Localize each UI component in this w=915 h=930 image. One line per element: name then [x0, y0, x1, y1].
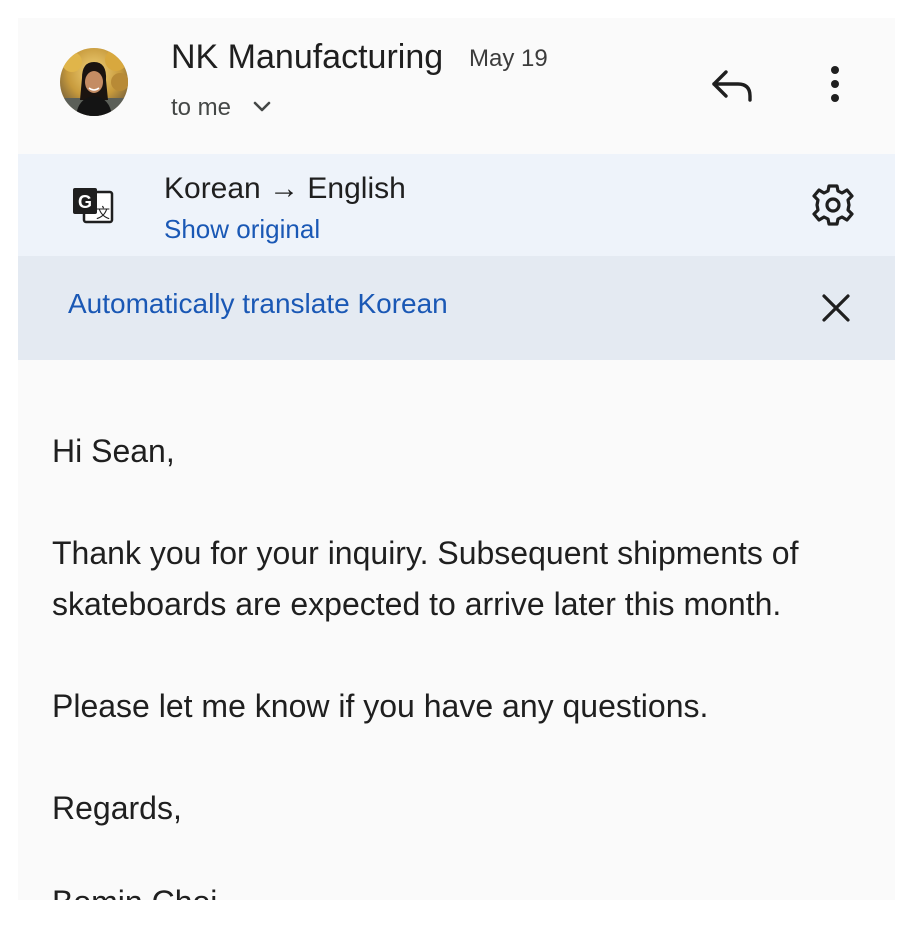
auto-translate-banner: Automatically translate Korean — [18, 256, 895, 360]
email-header: NK Manufacturing May 19 to me — [18, 18, 895, 154]
email-signature: Bomin Choi — [52, 884, 217, 900]
email-body: Hi Sean, Thank you for your inquiry. Sub… — [52, 426, 852, 885]
email-closing: Regards, — [52, 790, 182, 826]
sender-name: NK Manufacturing — [171, 38, 444, 76]
close-icon — [822, 294, 850, 322]
google-translate-icon: G 文 — [70, 186, 116, 226]
avatar-photo — [60, 48, 128, 116]
sender-avatar[interactable] — [60, 48, 128, 116]
reply-arrow-icon — [712, 70, 752, 102]
email-paragraph: Please let me know if you have any quest… — [52, 688, 709, 724]
more-options-button[interactable] — [818, 62, 852, 106]
email-view: NK Manufacturing May 19 to me G 文 Korean… — [18, 18, 895, 900]
recipient-label: to me — [171, 94, 232, 121]
email-paragraph: Thank you for your inquiry. Subsequent s… — [52, 535, 799, 622]
translation-settings-button[interactable] — [810, 182, 856, 228]
gear-icon — [812, 184, 854, 226]
svg-text:G: G — [78, 192, 92, 212]
auto-translate-button[interactable]: Automatically translate Korean — [68, 288, 448, 320]
show-original-link[interactable]: Show original — [164, 214, 320, 245]
dismiss-auto-translate-button[interactable] — [818, 290, 854, 326]
email-greeting: Hi Sean, — [52, 433, 175, 469]
translation-banner: G 文 Korean → English Show original — [18, 154, 895, 256]
email-date: May 19 — [469, 45, 548, 72]
recipient-details-toggle[interactable]: to me — [171, 94, 272, 122]
language-pair: Korean → English — [164, 172, 406, 205]
reply-button[interactable] — [708, 62, 758, 106]
chevron-down-icon — [252, 93, 272, 121]
svg-text:文: 文 — [96, 205, 110, 221]
more-vert-icon — [831, 66, 839, 102]
